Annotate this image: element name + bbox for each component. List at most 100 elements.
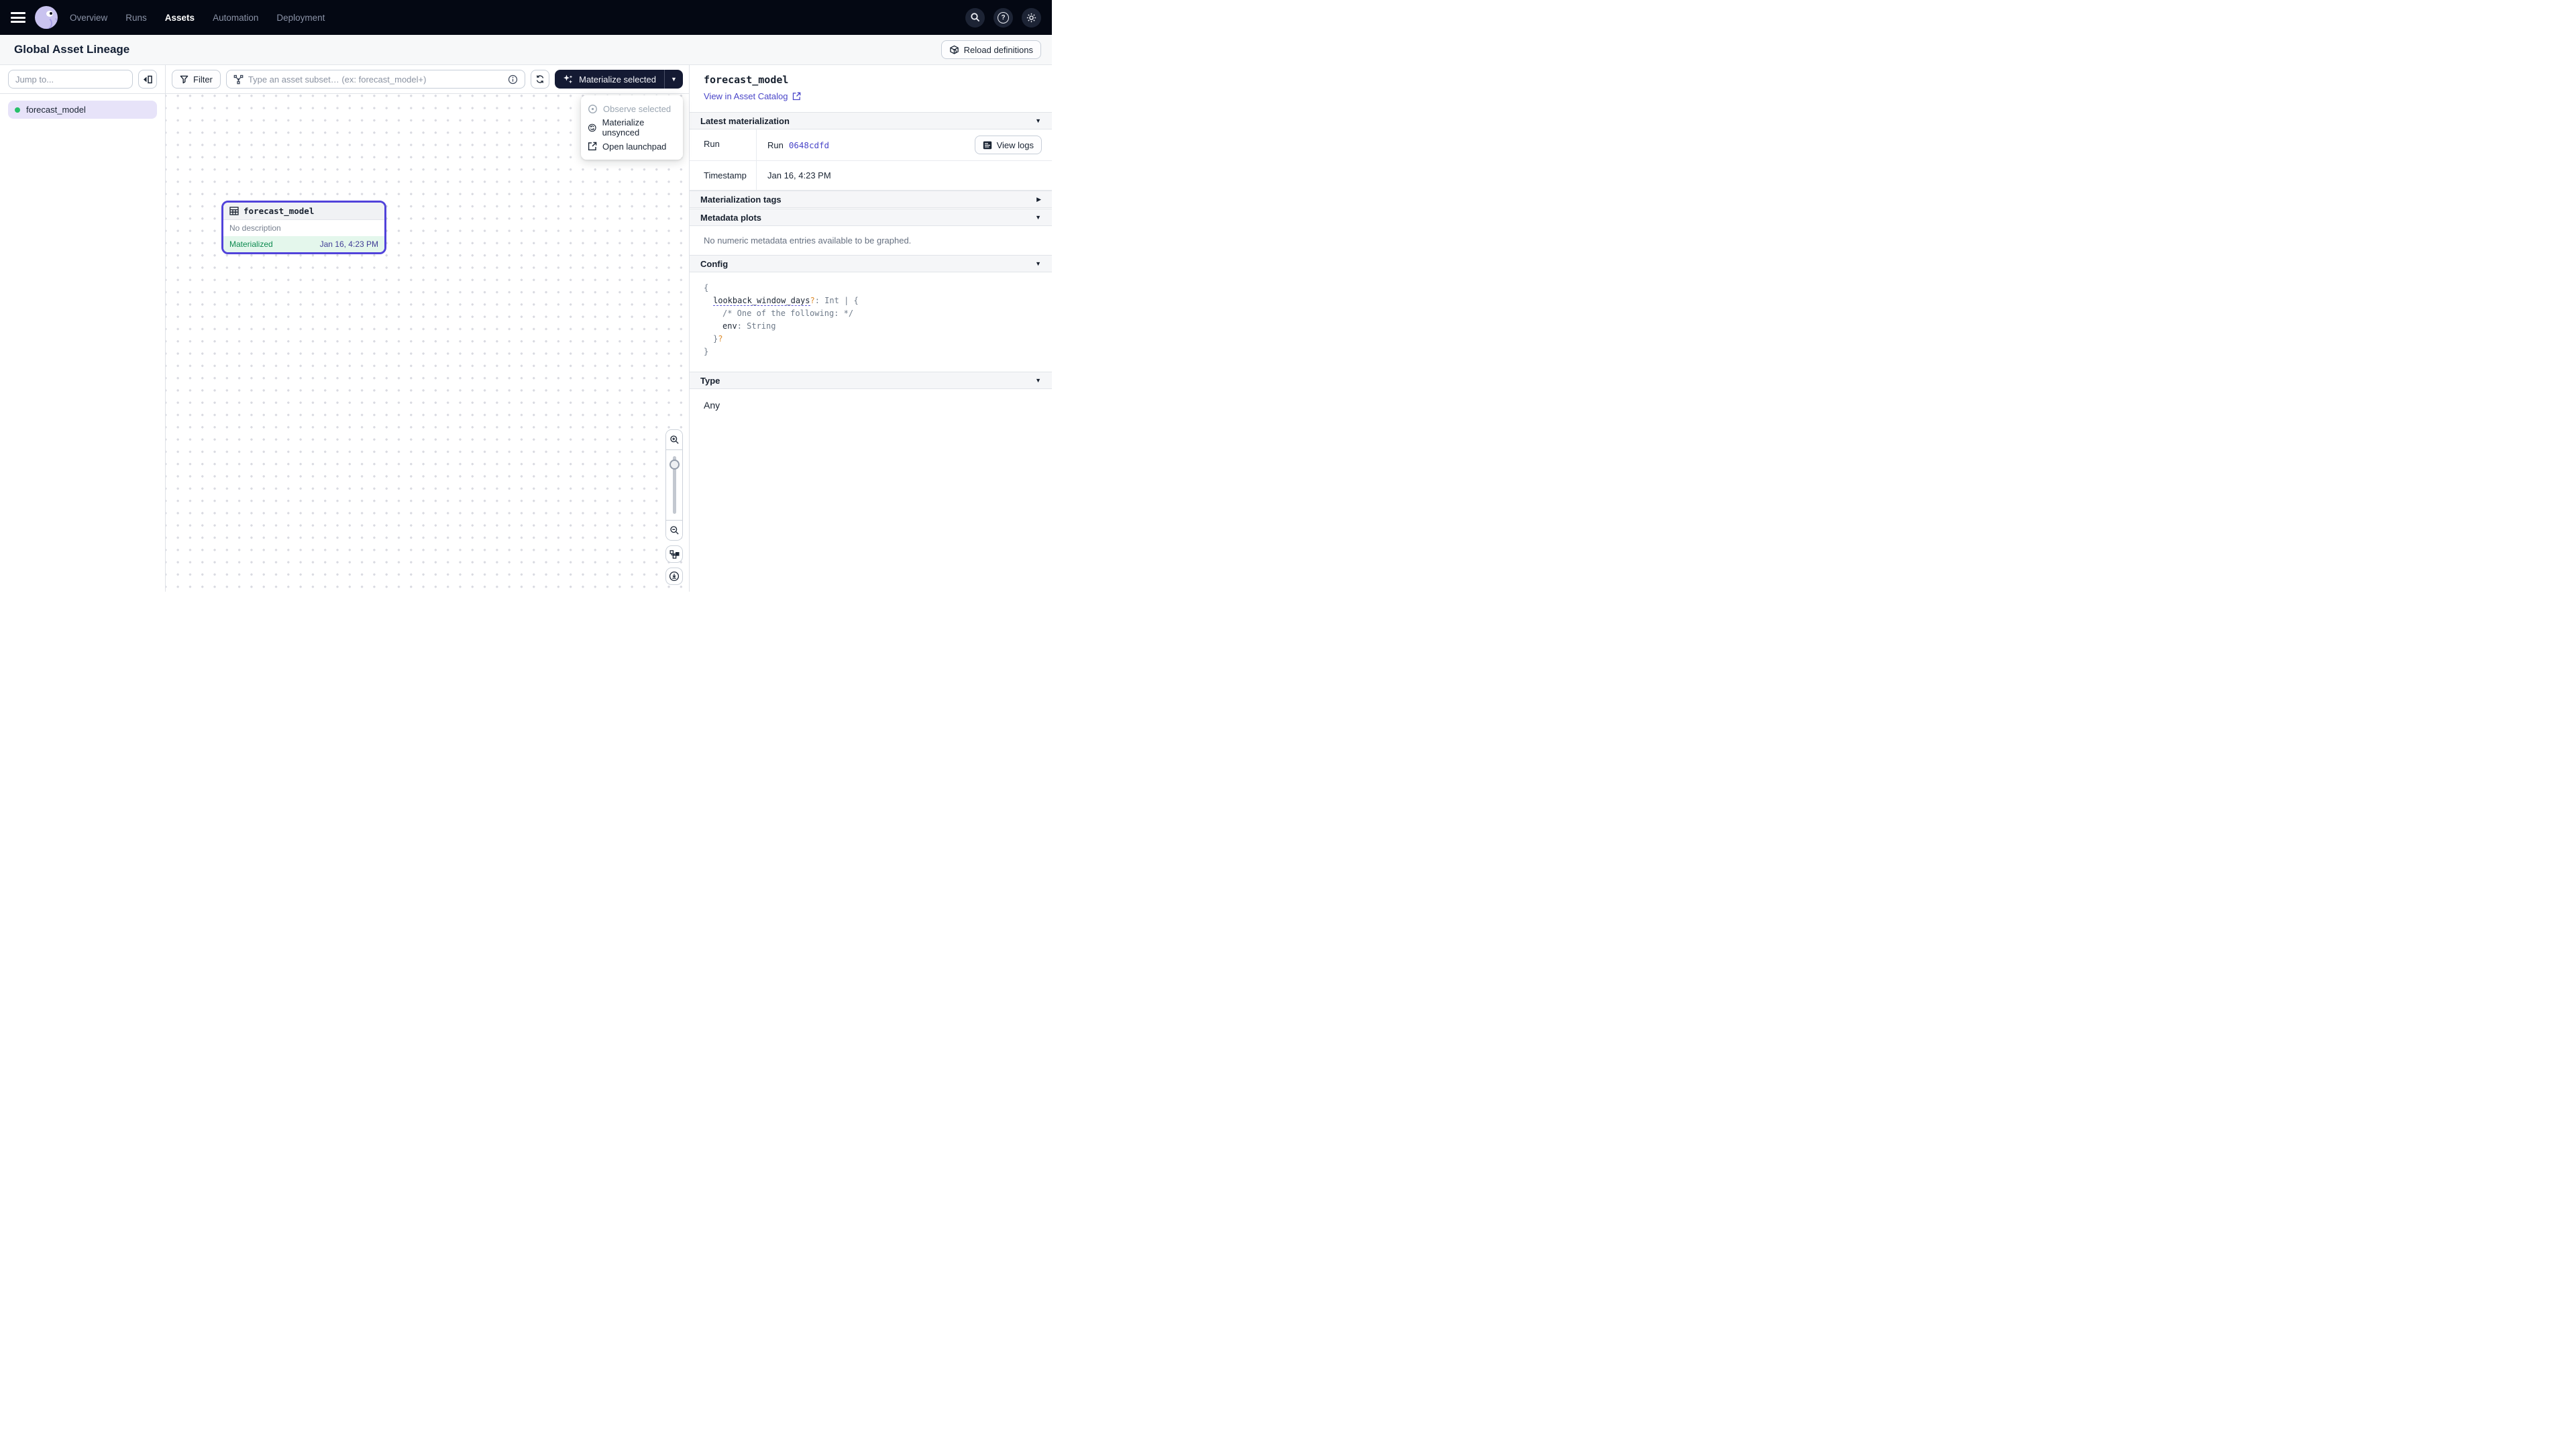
- menu-item-open-launchpad[interactable]: Open launchpad: [581, 137, 683, 156]
- page-title: Global Asset Lineage: [14, 43, 129, 56]
- asset-detail-panel: forecast_model View in Asset Catalog Lat…: [690, 65, 1052, 592]
- section-materialization-tags[interactable]: Materialization tags ▶: [690, 191, 1052, 208]
- zoom-out-button[interactable]: [666, 520, 682, 540]
- section-latest-materialization[interactable]: Latest materialization ▼: [690, 112, 1052, 129]
- code-line: }?: [704, 333, 1038, 345]
- chevron-right-icon: ▶: [1036, 196, 1041, 203]
- reload-definitions-button[interactable]: Reload definitions: [941, 40, 1041, 59]
- help-icon: ?: [998, 12, 1009, 23]
- menu-item-label: Open launchpad: [602, 142, 666, 152]
- config-key[interactable]: lookback_window_days: [713, 296, 810, 306]
- chevron-down-icon: ▼: [1035, 214, 1041, 221]
- graph-layout-icon: [669, 549, 680, 559]
- top-nav: Overview Runs Assets Automation Deployme…: [0, 0, 1052, 35]
- view-logs-label: View logs: [997, 140, 1034, 150]
- asset-status-dot: [15, 107, 20, 113]
- zoom-slider-box: [665, 429, 683, 541]
- lineage-graph-pane: Filter Materialize selected ▼: [166, 65, 690, 592]
- materialize-split-button: Materialize selected ▼: [555, 70, 683, 89]
- content: forecast_model Filter Materialize select…: [0, 65, 1052, 592]
- refresh-graph-button[interactable]: [531, 70, 549, 89]
- sidebar-item-forecast-model[interactable]: forecast_model: [8, 101, 157, 119]
- metadata-plots-empty-text: No numeric metadata entries available to…: [690, 226, 1052, 255]
- code-line: env: String: [704, 320, 1038, 333]
- menu-item-label: Observe selected: [603, 104, 671, 114]
- info-icon[interactable]: [508, 74, 518, 85]
- asset-subset-searchbar: [226, 70, 525, 89]
- section-label: Materialization tags: [700, 195, 782, 205]
- zoom-controls: [665, 429, 683, 585]
- type-value: Any: [690, 389, 1052, 421]
- asset-graph-icon: [233, 74, 244, 85]
- help-button[interactable]: ?: [994, 8, 1013, 28]
- asset-node-forecast-model[interactable]: forecast_model No description Materializ…: [221, 201, 386, 254]
- download-image-button[interactable]: [665, 568, 683, 585]
- run-row: Run Run 0648cdfd View logs: [690, 129, 1052, 161]
- asset-node-status-row: Materialized Jan 16, 4:23 PM: [223, 236, 384, 252]
- nav-item-deployment[interactable]: Deployment: [276, 13, 325, 23]
- timestamp-value: Jan 16, 4:23 PM: [767, 170, 831, 180]
- run-prefix: Run: [767, 140, 784, 150]
- section-type[interactable]: Type ▼: [690, 372, 1052, 389]
- nav-actions: ?: [965, 8, 1041, 28]
- chevron-down-icon: ▼: [1035, 117, 1041, 124]
- zoom-in-button[interactable]: [666, 430, 682, 450]
- observe-icon: [588, 104, 598, 114]
- section-label: Latest materialization: [700, 116, 790, 126]
- menu-item-label: Materialize unsynced: [602, 117, 676, 138]
- chevron-down-icon: ▼: [1035, 260, 1041, 267]
- menu-item-materialize-unsynced[interactable]: Materialize unsynced: [581, 118, 683, 137]
- logs-icon: [983, 141, 992, 150]
- menu-item-observe-selected[interactable]: Observe selected: [581, 99, 683, 118]
- section-metadata-plots[interactable]: Metadata plots ▼: [690, 209, 1052, 226]
- timestamp-row-value: Jan 16, 4:23 PM: [757, 161, 1052, 190]
- download-icon: [669, 571, 680, 582]
- nav-item-assets[interactable]: Assets: [165, 13, 195, 23]
- collapse-panel-icon: [143, 75, 153, 84]
- jump-to-input[interactable]: [8, 70, 133, 89]
- asset-node-description: No description: [223, 220, 384, 236]
- zoom-slider-thumb[interactable]: [669, 460, 680, 470]
- nav-item-overview[interactable]: Overview: [70, 13, 107, 23]
- config-env-key: env: [722, 321, 737, 331]
- sidebar-search-row: [0, 65, 165, 94]
- materialize-selected-button[interactable]: Materialize selected: [555, 70, 664, 89]
- asset-sidebar: forecast_model: [0, 65, 166, 592]
- search-icon: [970, 12, 981, 23]
- asset-node-title: forecast_model: [244, 206, 314, 216]
- view-in-asset-catalog-link[interactable]: View in Asset Catalog: [704, 91, 801, 101]
- materialize-dropdown-menu: Observe selected Materialize unsynced Op…: [581, 95, 683, 160]
- search-button[interactable]: [965, 8, 985, 28]
- relayout-graph-button[interactable]: [665, 545, 683, 563]
- filter-funnel-icon: [180, 75, 189, 84]
- refresh-icon: [535, 74, 545, 84]
- view-logs-button[interactable]: View logs: [975, 136, 1042, 154]
- section-config[interactable]: Config ▼: [690, 255, 1052, 272]
- code-line: /* One of the following: */: [704, 307, 1038, 320]
- dagster-logo: [35, 6, 58, 29]
- zoom-slider[interactable]: [666, 450, 682, 520]
- zoom-out-icon: [669, 525, 680, 535]
- collapse-sidebar-button[interactable]: [138, 70, 157, 89]
- timestamp-row-label: Timestamp: [690, 161, 757, 190]
- nav-item-automation[interactable]: Automation: [213, 13, 258, 23]
- open-launchpad-icon: [588, 142, 597, 151]
- filter-label: Filter: [193, 74, 213, 85]
- settings-button[interactable]: [1022, 8, 1041, 28]
- page-header: Global Asset Lineage Reload definitions: [0, 35, 1052, 65]
- filter-button[interactable]: Filter: [172, 70, 221, 89]
- run-id-link[interactable]: 0648cdfd: [789, 140, 829, 150]
- code-line: {: [704, 282, 1038, 294]
- hamburger-menu-icon[interactable]: [11, 12, 25, 23]
- detail-asset-title: forecast_model: [704, 74, 1038, 86]
- section-label: Type: [700, 376, 720, 386]
- materialize-dropdown-toggle[interactable]: ▼: [665, 70, 683, 89]
- nav-item-runs[interactable]: Runs: [125, 13, 147, 23]
- nav-links: Overview Runs Assets Automation Deployme…: [70, 13, 325, 23]
- asset-subset-input[interactable]: [248, 74, 503, 85]
- lineage-canvas[interactable]: forecast_model No description Materializ…: [166, 94, 689, 592]
- gear-icon: [1026, 12, 1037, 23]
- sparkle-icon: [563, 74, 574, 85]
- code-line: }: [704, 345, 1038, 358]
- run-row-value: Run 0648cdfd View logs: [757, 129, 1052, 160]
